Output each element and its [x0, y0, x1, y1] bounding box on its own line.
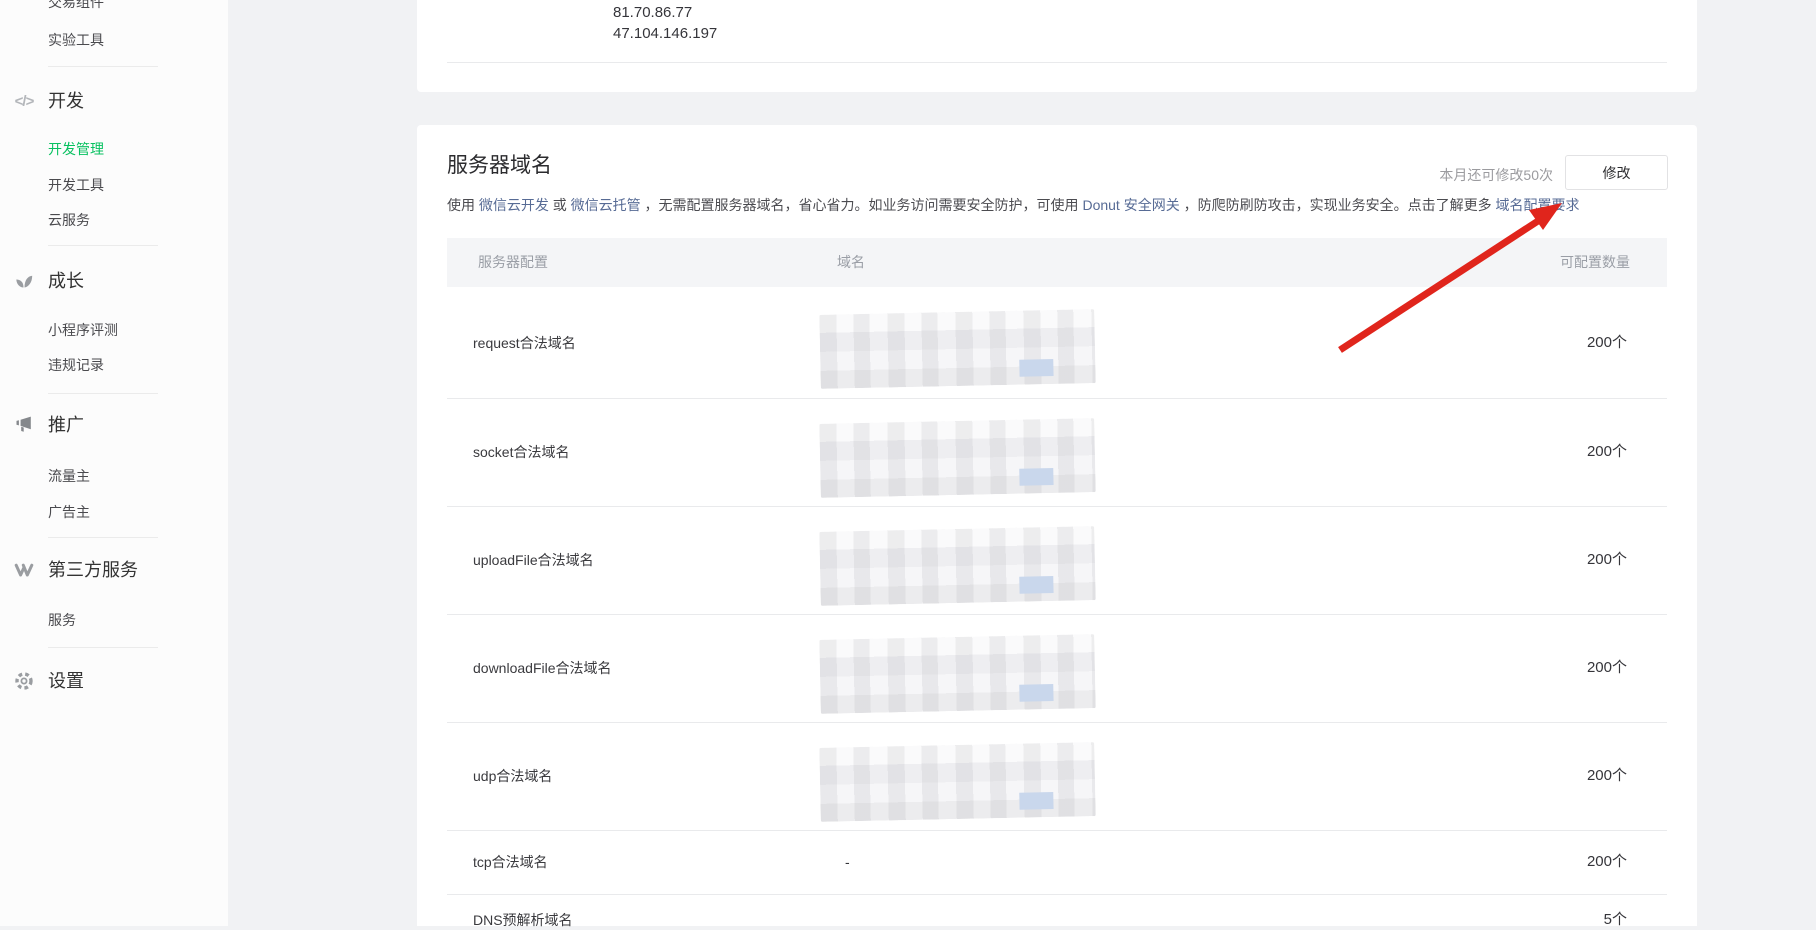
sidebar-item-miniprogram-evaluation[interactable]: 小程序评测	[48, 319, 118, 341]
redacted-domain-mosaic	[819, 526, 1095, 606]
sidebar: 交易组件 实验工具 </> 开发 开发管理 开发工具 云服务 成长 小程序评测 …	[0, 0, 228, 926]
modify-quota-text: 本月还可修改50次	[1439, 165, 1553, 185]
sidebar-section-development[interactable]: 开发	[48, 89, 84, 113]
row-name: DNS预解析域名	[473, 910, 573, 930]
sidebar-item-experiment-tools[interactable]: 实验工具	[48, 29, 104, 51]
section-description: 使用 微信云开发 或 微信云托管 ，无需配置服务器域名，省心省力。如业务访问需要…	[447, 195, 1579, 215]
row-count: 200个	[1587, 550, 1627, 570]
row-count: 200个	[1587, 766, 1627, 786]
redacted-domain-mosaic	[819, 418, 1095, 498]
row-domain: -	[845, 852, 850, 872]
row-name: uploadFile合法域名	[473, 550, 594, 570]
row-divider	[447, 506, 1667, 507]
gear-icon	[12, 669, 36, 693]
sidebar-divider	[48, 245, 158, 246]
sidebar-divider	[48, 647, 158, 648]
row-divider	[447, 398, 1667, 399]
sidebar-item-traffic-owner[interactable]: 流量主	[48, 465, 90, 487]
sidebar-item-services[interactable]: 服务	[48, 609, 76, 631]
modify-button[interactable]: 修改	[1565, 155, 1668, 190]
sprout-icon	[12, 269, 36, 293]
row-name: tcp合法域名	[473, 852, 548, 872]
sidebar-section-third-party-services[interactable]: 第三方服务	[48, 558, 138, 582]
column-header-server-config: 服务器配置	[478, 238, 548, 287]
sidebar-divider	[48, 393, 158, 394]
row-divider	[447, 894, 1667, 895]
redacted-domain-mosaic	[819, 634, 1095, 714]
third-party-icon	[12, 558, 36, 582]
desc-text: ，防爬防刷防攻击，实现业务安全。点击了解更多	[1180, 197, 1496, 213]
sidebar-section-settings[interactable]: 设置	[48, 669, 84, 693]
link-wechat-cloud-dev[interactable]: 微信云开发	[479, 197, 549, 213]
sidebar-section-growth[interactable]: 成长	[48, 269, 84, 293]
redacted-domain-mosaic	[819, 742, 1095, 822]
column-header-configurable-count: 可配置数量	[1560, 238, 1630, 287]
code-icon: </>	[12, 89, 36, 113]
card-divider	[447, 62, 1667, 63]
row-count: 200个	[1587, 852, 1627, 872]
desc-text: 或	[549, 197, 571, 213]
desc-text: ，无需配置服务器域名，省心省力。如业务访问需要安全防护，可使用	[641, 197, 1083, 213]
link-donut-security-gateway[interactable]: Donut 安全网关	[1082, 197, 1179, 213]
server-domain-card: 服务器域名 本月还可修改50次 修改 使用 微信云开发 或 微信云托管 ，无需配…	[417, 125, 1697, 926]
section-title: 服务器域名	[447, 152, 552, 180]
table-header: 服务器配置 域名 可配置数量	[447, 238, 1667, 287]
row-divider	[447, 614, 1667, 615]
sidebar-item-violation-records[interactable]: 违规记录	[48, 354, 104, 376]
link-domain-config-requirements[interactable]: 域名配置要求	[1495, 197, 1579, 213]
row-count: 200个	[1587, 442, 1627, 462]
sidebar-item-cloud-services[interactable]: 云服务	[48, 209, 90, 231]
sidebar-item-trade-components[interactable]: 交易组件	[48, 0, 104, 13]
row-name: request合法域名	[473, 333, 576, 353]
row-count: 5个	[1604, 910, 1627, 930]
sidebar-item-advertiser[interactable]: 广告主	[48, 501, 90, 523]
row-name: downloadFile合法域名	[473, 658, 612, 678]
ip-address: 47.104.146.197	[613, 23, 717, 44]
sidebar-section-promotion[interactable]: 推广	[48, 413, 84, 437]
sidebar-divider	[48, 537, 158, 538]
row-count: 200个	[1587, 658, 1627, 678]
ip-list: 81.70.86.77 47.104.146.197	[613, 2, 717, 44]
sidebar-item-dev-tools[interactable]: 开发工具	[48, 174, 104, 196]
column-header-domain: 域名	[837, 238, 865, 287]
sidebar-divider	[48, 66, 158, 67]
desc-text: 使用	[447, 197, 479, 213]
redacted-domain-mosaic	[819, 309, 1095, 389]
ip-whitelist-card: 81.70.86.77 47.104.146.197	[417, 0, 1697, 92]
megaphone-icon	[12, 413, 36, 437]
row-divider	[447, 722, 1667, 723]
link-wechat-cloud-hosting[interactable]: 微信云托管	[571, 197, 641, 213]
sidebar-item-dev-management[interactable]: 开发管理	[48, 138, 104, 160]
row-name: socket合法域名	[473, 442, 569, 462]
ip-address: 81.70.86.77	[613, 2, 717, 23]
row-name: udp合法域名	[473, 766, 552, 786]
row-divider	[447, 830, 1667, 831]
row-count: 200个	[1587, 333, 1627, 353]
